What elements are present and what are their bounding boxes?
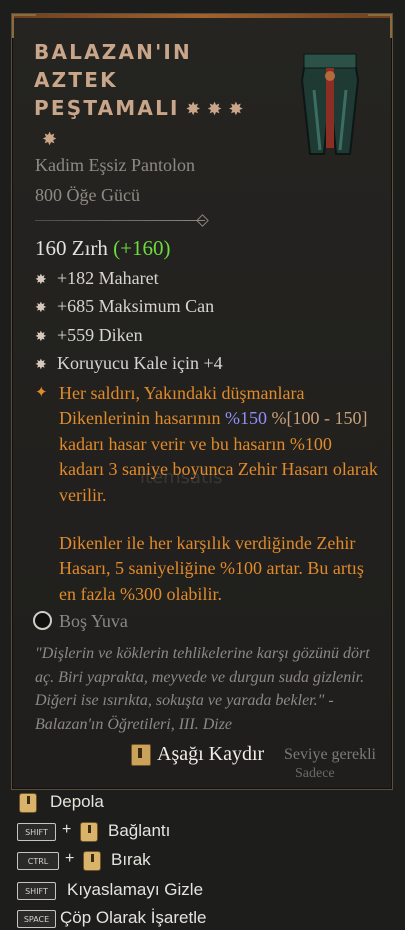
affix-text: +182 Maharet: [57, 268, 159, 288]
empty-socket-icon: [33, 611, 52, 630]
legendary-aspect-text: Her saldırı, Yakındaki düşmanlara Dikenl…: [59, 381, 379, 508]
star-bullet-icon: ✸: [35, 273, 47, 288]
rarity-star-icon: ✸: [42, 129, 58, 150]
mouse-scroll-icon: [131, 744, 151, 766]
title-line: BALAZAN'IN: [34, 40, 192, 64]
watermark: itemsatis: [140, 467, 223, 488]
scroll-down-label: Aşağı Kaydır: [157, 743, 265, 765]
legendary-aspect-icon: ✦: [35, 385, 48, 401]
action-label: Kıyaslamayı Gizle: [67, 880, 204, 899]
divider-diamond-icon: [196, 214, 209, 227]
star-bullet-icon: ✸: [35, 330, 47, 345]
legendary-aspect-text-2: Dikenler ile her karşılık verdiğinde Zeh…: [59, 533, 364, 604]
affix-text: Koruyucu Kale için +4: [57, 353, 223, 373]
space-key-icon: SPACE: [17, 910, 56, 928]
mouse-click-icon: [80, 822, 98, 842]
star-bullet-icon: ✸: [35, 358, 47, 373]
item-type: Kadim Eşsiz Pantolon: [35, 155, 195, 175]
mouse-click-icon: [19, 793, 37, 813]
affix-line: ✸ +559 Diken: [35, 325, 143, 346]
plus-sign: +: [62, 821, 72, 838]
item-title: BALAZAN'IN AZTEK PEŞTAMALI ✸ ✸ ✸ ✸: [34, 38, 284, 154]
action-label: Çöp Olarak İşaretle: [60, 908, 207, 927]
title-line: AZTEK: [34, 68, 118, 92]
shift-key-icon: SHIFT: [17, 882, 56, 900]
legendary-value: %150: [224, 408, 267, 429]
affix-line: ✸ Koruyucu Kale için +4: [35, 353, 223, 374]
action-label: Bırak: [111, 850, 151, 869]
divider: [35, 220, 205, 221]
frame-corner-ornament: [12, 14, 36, 38]
affix-text: +685 Maksimum Can: [57, 296, 215, 316]
plus-sign: +: [65, 850, 75, 867]
class-restriction: Sadece: [295, 766, 335, 781]
armor-bonus: (+160): [113, 236, 171, 260]
shift-key-icon: SHIFT: [17, 823, 56, 841]
affix-line: ✸ +685 Maksimum Can: [35, 296, 214, 317]
frame-corner-ornament: [368, 14, 392, 38]
rarity-stars-icon: ✸ ✸ ✸: [185, 99, 244, 120]
armor-value: 160 Zırh: [35, 236, 108, 260]
item-tooltip: BALAZAN'IN AZTEK PEŞTAMALI ✸ ✸ ✸ ✸ Kadim …: [11, 13, 393, 790]
level-requirement: Seviye gerekli: [284, 746, 376, 763]
action-label: Bağlantı: [108, 821, 171, 840]
pants-item-icon: [300, 53, 360, 155]
mouse-click-icon: [83, 851, 101, 871]
title-line: PEŞTAMALI: [34, 96, 180, 120]
socket-label: Boş Yuva: [59, 611, 128, 631]
action-label: Depola: [50, 792, 104, 811]
action-hints-footer: Depola SHIFT + Bağlantı CTRL + Bırak SHI…: [0, 786, 405, 929]
star-bullet-icon: ✸: [35, 301, 47, 316]
item-power: 800 Öğe Gücü: [35, 185, 140, 205]
frame-top-border: [12, 14, 392, 18]
ctrl-key-icon: CTRL: [17, 852, 59, 870]
affix-line: ✸ +182 Maharet: [35, 268, 159, 289]
affix-text: +559 Diken: [57, 325, 143, 345]
flavor-text: "Dişlerin ve köklerin tehlikelerine karş…: [35, 645, 370, 733]
legendary-range: %[100 - 150]: [266, 408, 368, 429]
armor-stat: 160 Zırh (+160): [35, 236, 171, 261]
